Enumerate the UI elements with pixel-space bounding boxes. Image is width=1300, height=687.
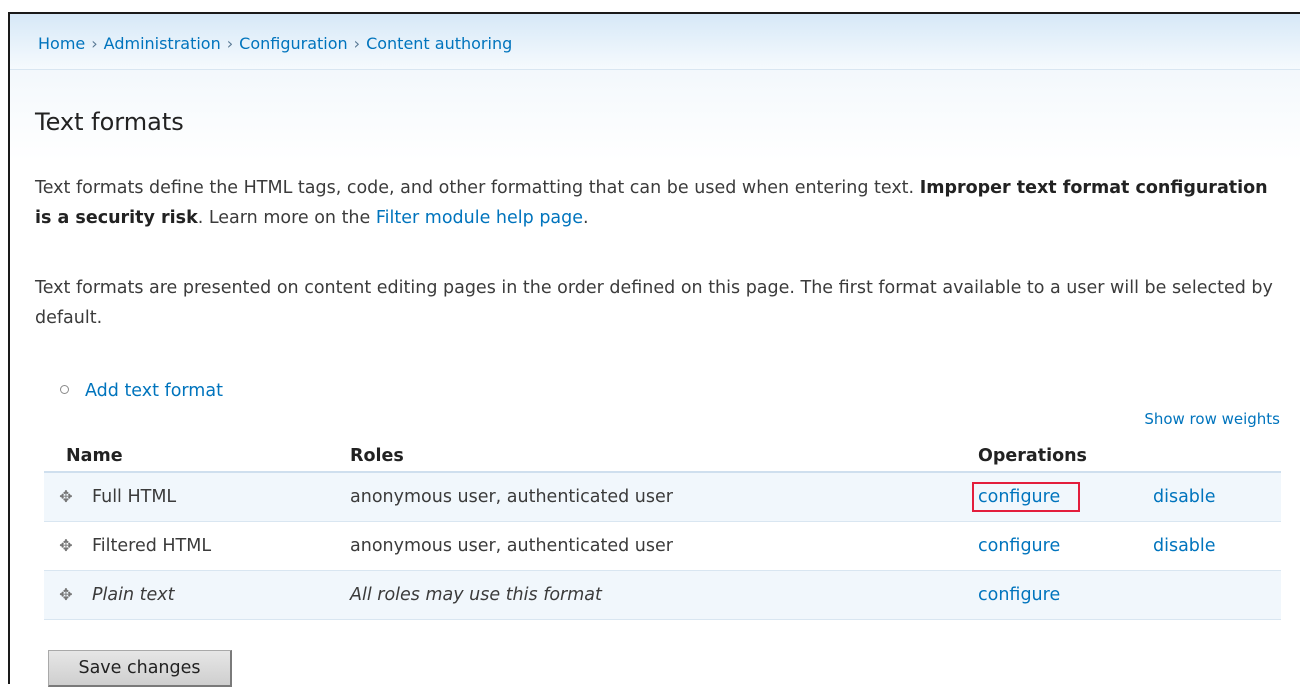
show-row-weights-link[interactable]: Show row weights (1144, 410, 1280, 428)
configure-cell: configure (978, 521, 1153, 571)
breadcrumb-separator: › (91, 34, 98, 53)
highlight-box: configure (972, 482, 1081, 512)
filter-help-link[interactable]: Filter module help page (376, 208, 583, 228)
table-row: ✥ Filtered HTML anonymous user, authentic… (44, 521, 1281, 571)
format-name-cell: ✥ Full HTML (44, 472, 350, 522)
drag-handle-icon[interactable]: ✥ (56, 585, 76, 604)
add-text-format-link[interactable]: Add text format (85, 381, 223, 401)
format-name-cell: ✥ Plain text (44, 570, 350, 620)
breadcrumb-administration[interactable]: Administration (104, 34, 221, 53)
page-frame: Home › Administration › Configuration › Conten… (8, 12, 1300, 687)
format-name: Filtered HTML (92, 536, 212, 556)
order-note: Text formats are presented on content ed… (35, 278, 1273, 328)
intro-text-part1: Text formats define the HTML tags, code,… (35, 178, 915, 198)
breadcrumb-separator: › (353, 34, 361, 53)
intro-text-end: . (583, 208, 589, 228)
breadcrumb-separator: › (226, 34, 234, 53)
format-name: Full HTML (92, 487, 177, 507)
format-roles: All roles may use this format (350, 570, 978, 620)
disable-link[interactable]: disable (1153, 487, 1216, 507)
disable-cell (1153, 570, 1281, 620)
breadcrumb-home[interactable]: Home (38, 34, 85, 53)
add-text-format-item: Add text format (60, 381, 223, 401)
text-formats-table: Name Roles Operations ✥ Full HTML anonymo… (44, 428, 1281, 620)
main-content: Text formats Text formats define the HTM… (10, 70, 1300, 687)
configure-link[interactable]: configure (978, 585, 1060, 605)
intro-text-part2: . Learn more on the (197, 208, 371, 228)
table-row: ✥ Full HTML anonymous user, authenticated… (44, 472, 1281, 522)
header-name: Name (44, 428, 350, 473)
disable-link[interactable]: disable (1153, 536, 1216, 556)
format-roles: anonymous user, authenticated user (350, 472, 978, 522)
bullet-icon (60, 384, 69, 394)
drag-handle-icon[interactable]: ✥ (56, 487, 76, 506)
format-roles: anonymous user, authenticated user (350, 521, 978, 571)
save-changes-button[interactable]: Save changes (48, 650, 232, 687)
format-name: Plain text (92, 585, 175, 605)
configure-cell: configure (978, 570, 1153, 620)
breadcrumb-configuration[interactable]: Configuration (239, 34, 348, 53)
header-operations-extra (1153, 428, 1281, 473)
breadcrumb-content-authoring[interactable]: Content authoring (366, 34, 512, 53)
configure-cell: configure (972, 472, 1153, 522)
table-header-row: Name Roles Operations (44, 428, 1281, 473)
disable-cell: disable (1153, 521, 1281, 571)
drag-handle-icon[interactable]: ✥ (56, 536, 76, 555)
format-name-cell: ✥ Filtered HTML (44, 521, 350, 571)
header-operations: Operations (978, 428, 1153, 473)
configure-link[interactable]: configure (978, 536, 1060, 556)
intro-text: Text formats define the HTML tags, code,… (35, 173, 1285, 233)
table-row: ✥ Plain text All roles may use this forma… (44, 570, 1281, 620)
disable-cell: disable (1153, 472, 1281, 522)
breadcrumb: Home › Administration › Configuration › Conten… (10, 14, 1300, 70)
header-roles: Roles (350, 428, 978, 473)
configure-link[interactable]: configure (978, 487, 1060, 507)
page-title: Text formats (35, 108, 184, 136)
